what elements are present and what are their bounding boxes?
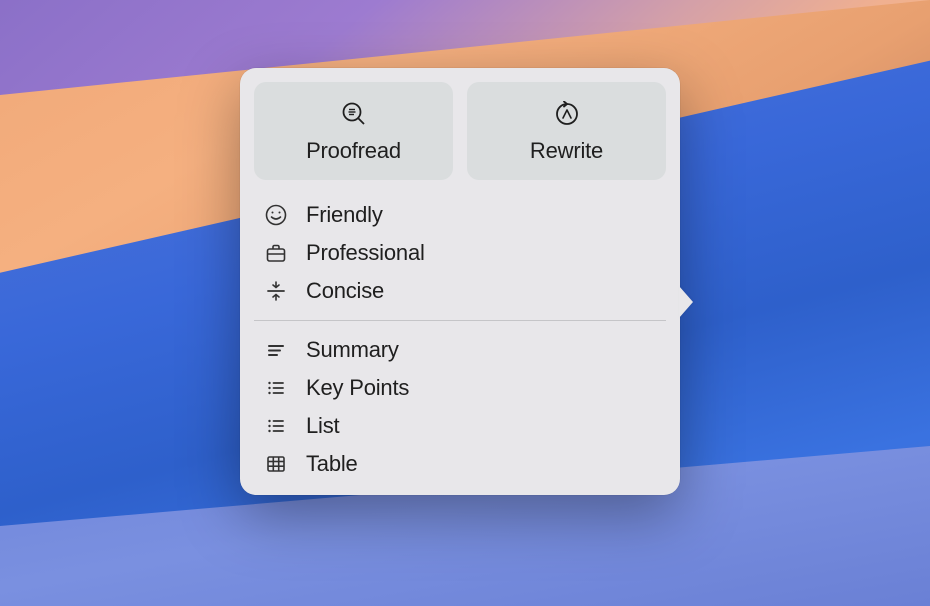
table-grid-icon <box>264 452 288 476</box>
menu-divider <box>254 320 666 321</box>
text-align-icon <box>264 338 288 362</box>
menu-item-key-points[interactable]: Key Points <box>260 369 662 407</box>
menu-item-professional[interactable]: Professional <box>260 234 662 272</box>
menu-item-label: Summary <box>306 337 399 363</box>
tone-options-list: Friendly Professional Concis <box>254 190 666 310</box>
menu-item-list[interactable]: List <box>260 407 662 445</box>
menu-item-concise[interactable]: Concise <box>260 272 662 310</box>
rewrite-label: Rewrite <box>530 138 603 164</box>
writing-tools-popover: Proofread Rewrite <box>240 68 680 495</box>
proofread-label: Proofread <box>306 138 401 164</box>
compress-lines-icon <box>264 279 288 303</box>
menu-item-table[interactable]: Table <box>260 445 662 483</box>
menu-item-label: Friendly <box>306 202 383 228</box>
menu-item-label: Table <box>306 451 358 477</box>
menu-item-label: Key Points <box>306 375 409 401</box>
rewrite-cycle-icon <box>553 100 581 128</box>
menu-item-label: List <box>306 413 339 439</box>
rewrite-button[interactable]: Rewrite <box>467 82 666 180</box>
format-options-list: Summary Key Points <box>254 331 666 483</box>
briefcase-icon <box>264 241 288 265</box>
menu-item-label: Concise <box>306 278 384 304</box>
menu-item-label: Professional <box>306 240 425 266</box>
bullet-list-icon <box>264 376 288 400</box>
proofread-button[interactable]: Proofread <box>254 82 453 180</box>
primary-actions-row: Proofread Rewrite <box>254 82 666 180</box>
smile-icon <box>264 203 288 227</box>
menu-item-summary[interactable]: Summary <box>260 331 662 369</box>
bullet-list-icon <box>264 414 288 438</box>
menu-item-friendly[interactable]: Friendly <box>260 196 662 234</box>
magnify-check-icon <box>340 100 368 128</box>
